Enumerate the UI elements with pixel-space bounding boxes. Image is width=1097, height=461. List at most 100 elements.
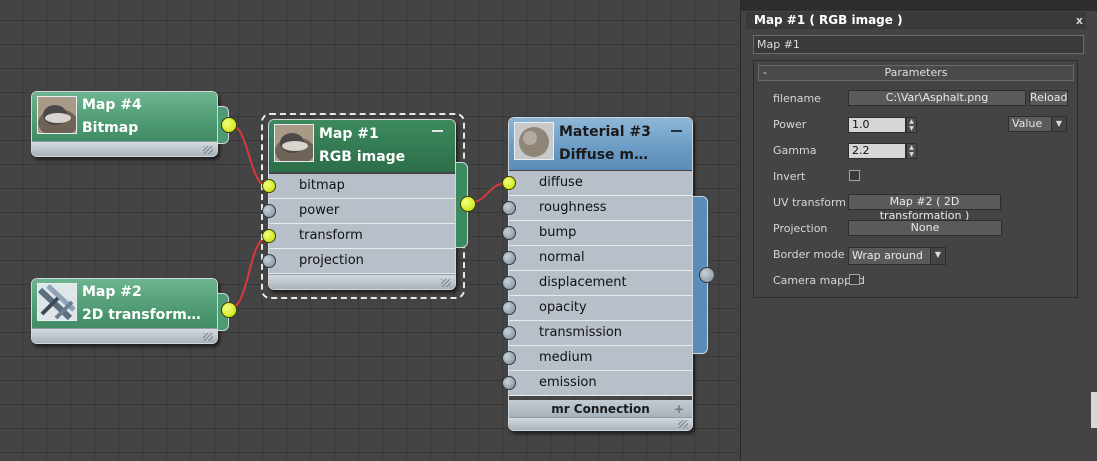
invert-checkbox[interactable] [849,170,860,181]
material-thumbnail [514,122,554,160]
chevron-down-icon: ▼ [930,248,945,264]
mr-connection-bar[interactable]: mr Connection + [509,400,692,418]
power-mode-value: Value [1012,117,1043,130]
node-map2[interactable]: Map #2 2D transform… [31,278,237,344]
input-socket[interactable] [502,176,516,190]
input-socket[interactable] [502,301,516,315]
input-socket[interactable] [502,276,516,290]
transform-thumbnail [37,283,77,321]
output-socket[interactable] [460,196,476,212]
power-spinner[interactable]: 1.0 ▲ ▼ [848,117,917,133]
camera-mapped-checkbox[interactable] [849,274,860,285]
node-map1[interactable]: Map #1 RGB image bitmap power transform … [262,119,476,290]
invert-label: Invert [773,170,806,183]
rollout-header[interactable]: - Parameters [758,65,1074,81]
node-footer [32,141,217,156]
input-socket[interactable] [502,376,516,390]
node-title: Map #1 [319,126,379,142]
panel-header: Map #1 ( RGB image ) x [746,12,1086,29]
border-mode-label: Border mode [773,248,845,261]
input-socket[interactable] [262,229,276,243]
panel-scrollbar[interactable] [1091,392,1097,428]
collapse-icon[interactable] [432,130,443,132]
input-label: transform [299,228,363,243]
border-mode-dropdown[interactable]: Wrap around ▼ [848,247,946,265]
input-row-opacity: opacity [502,296,692,321]
add-icon[interactable]: + [674,400,684,418]
input-row-bitmap: bitmap [262,174,455,199]
input-row-diffuse: diffuse [502,171,692,196]
input-socket[interactable] [262,204,276,218]
uv-transform-button[interactable]: Map #2 ( 2D transformation ) [848,194,1001,222]
node-map4[interactable]: Map #4 Bitmap [31,91,237,157]
node-subtitle: 2D transform… [82,307,201,323]
input-label: opacity [539,300,587,315]
rollout-title: Parameters [884,66,948,79]
filename-label: filename [773,92,821,105]
uv-transform-label: UV transform [773,196,846,209]
reload-button[interactable]: Reload [1029,90,1068,106]
input-label: transmission [539,325,623,340]
input-row-power: power [262,199,455,224]
parameter-editor-panel: Map #1 ( RGB image ) x Map #1 - Paramete… [740,0,1097,461]
input-socket[interactable] [262,254,276,268]
input-socket[interactable] [502,201,516,215]
output-socket[interactable] [699,267,715,283]
spinner-arrows-icon[interactable]: ▲ ▼ [906,117,917,133]
resize-grip-icon[interactable] [203,146,213,154]
gamma-value: 2.2 [852,144,870,157]
input-list: bitmap power transform projection [262,174,455,274]
input-row-roughness: roughness [502,196,692,221]
resize-grip-icon[interactable] [678,420,688,428]
node-subtitle: RGB image [319,149,406,165]
input-row-displacement: displacement [502,271,692,296]
output-socket[interactable] [221,302,237,318]
border-mode-value: Wrap around [852,249,923,262]
node-subtitle: Diffuse m… [559,147,649,163]
input-label: bump [539,225,577,240]
close-icon[interactable]: x [1076,12,1083,29]
collapse-toggle[interactable]: - [763,66,767,80]
input-label: roughness [539,200,607,215]
input-label: normal [539,250,585,265]
node-material3[interactable]: Material #3 Diffuse m… diffuse roughness… [502,117,715,431]
node-title: Material #3 [559,124,651,140]
input-row-normal: normal [502,246,692,271]
node-title: Map #2 [82,284,142,300]
filename-button[interactable]: C:\Var\Asphalt.png [848,90,1026,106]
input-socket[interactable] [502,226,516,240]
input-row-transmission: transmission [502,321,692,346]
input-label: power [299,203,340,218]
chevron-down-icon: ▼ [1051,117,1066,131]
parameters-rollout: - Parameters filename C:\Var\Asphalt.png… [753,60,1078,298]
resize-grip-icon[interactable] [203,333,213,341]
collapse-icon[interactable] [671,130,682,132]
spinner-arrows-icon[interactable]: ▲ ▼ [906,143,917,159]
input-socket[interactable] [502,251,516,265]
input-socket[interactable] [502,326,516,340]
output-socket[interactable] [221,117,237,133]
input-list: diffuse roughness bump normal displaceme… [502,171,692,396]
input-label: emission [539,375,597,390]
gamma-spinner[interactable]: 2.2 ▲ ▼ [848,143,917,159]
gamma-label: Gamma [773,144,817,157]
power-mode-dropdown[interactable]: Value ▼ [1008,116,1067,132]
input-socket[interactable] [262,179,276,193]
node-editor-canvas[interactable]: Map #4 Bitmap Map #2 2D transform… Map #… [0,0,740,461]
input-row-medium: medium [502,346,692,371]
bitmap-thumbnail [37,96,77,134]
input-label: medium [539,350,593,365]
input-label: bitmap [299,178,345,193]
projection-button[interactable]: None [848,220,1002,236]
input-row-emission: emission [502,371,692,396]
node-subtitle: Bitmap [82,120,139,136]
panel-top-strip [741,0,1097,11]
input-socket[interactable] [502,351,516,365]
map-name-field[interactable]: Map #1 [753,35,1084,54]
node-footer [269,274,455,289]
resize-grip-icon[interactable] [441,279,451,287]
input-row-transform: transform [262,224,455,249]
input-label: projection [299,253,364,268]
node-footer [32,328,217,343]
panel-title: Map #1 ( RGB image ) [754,13,903,27]
